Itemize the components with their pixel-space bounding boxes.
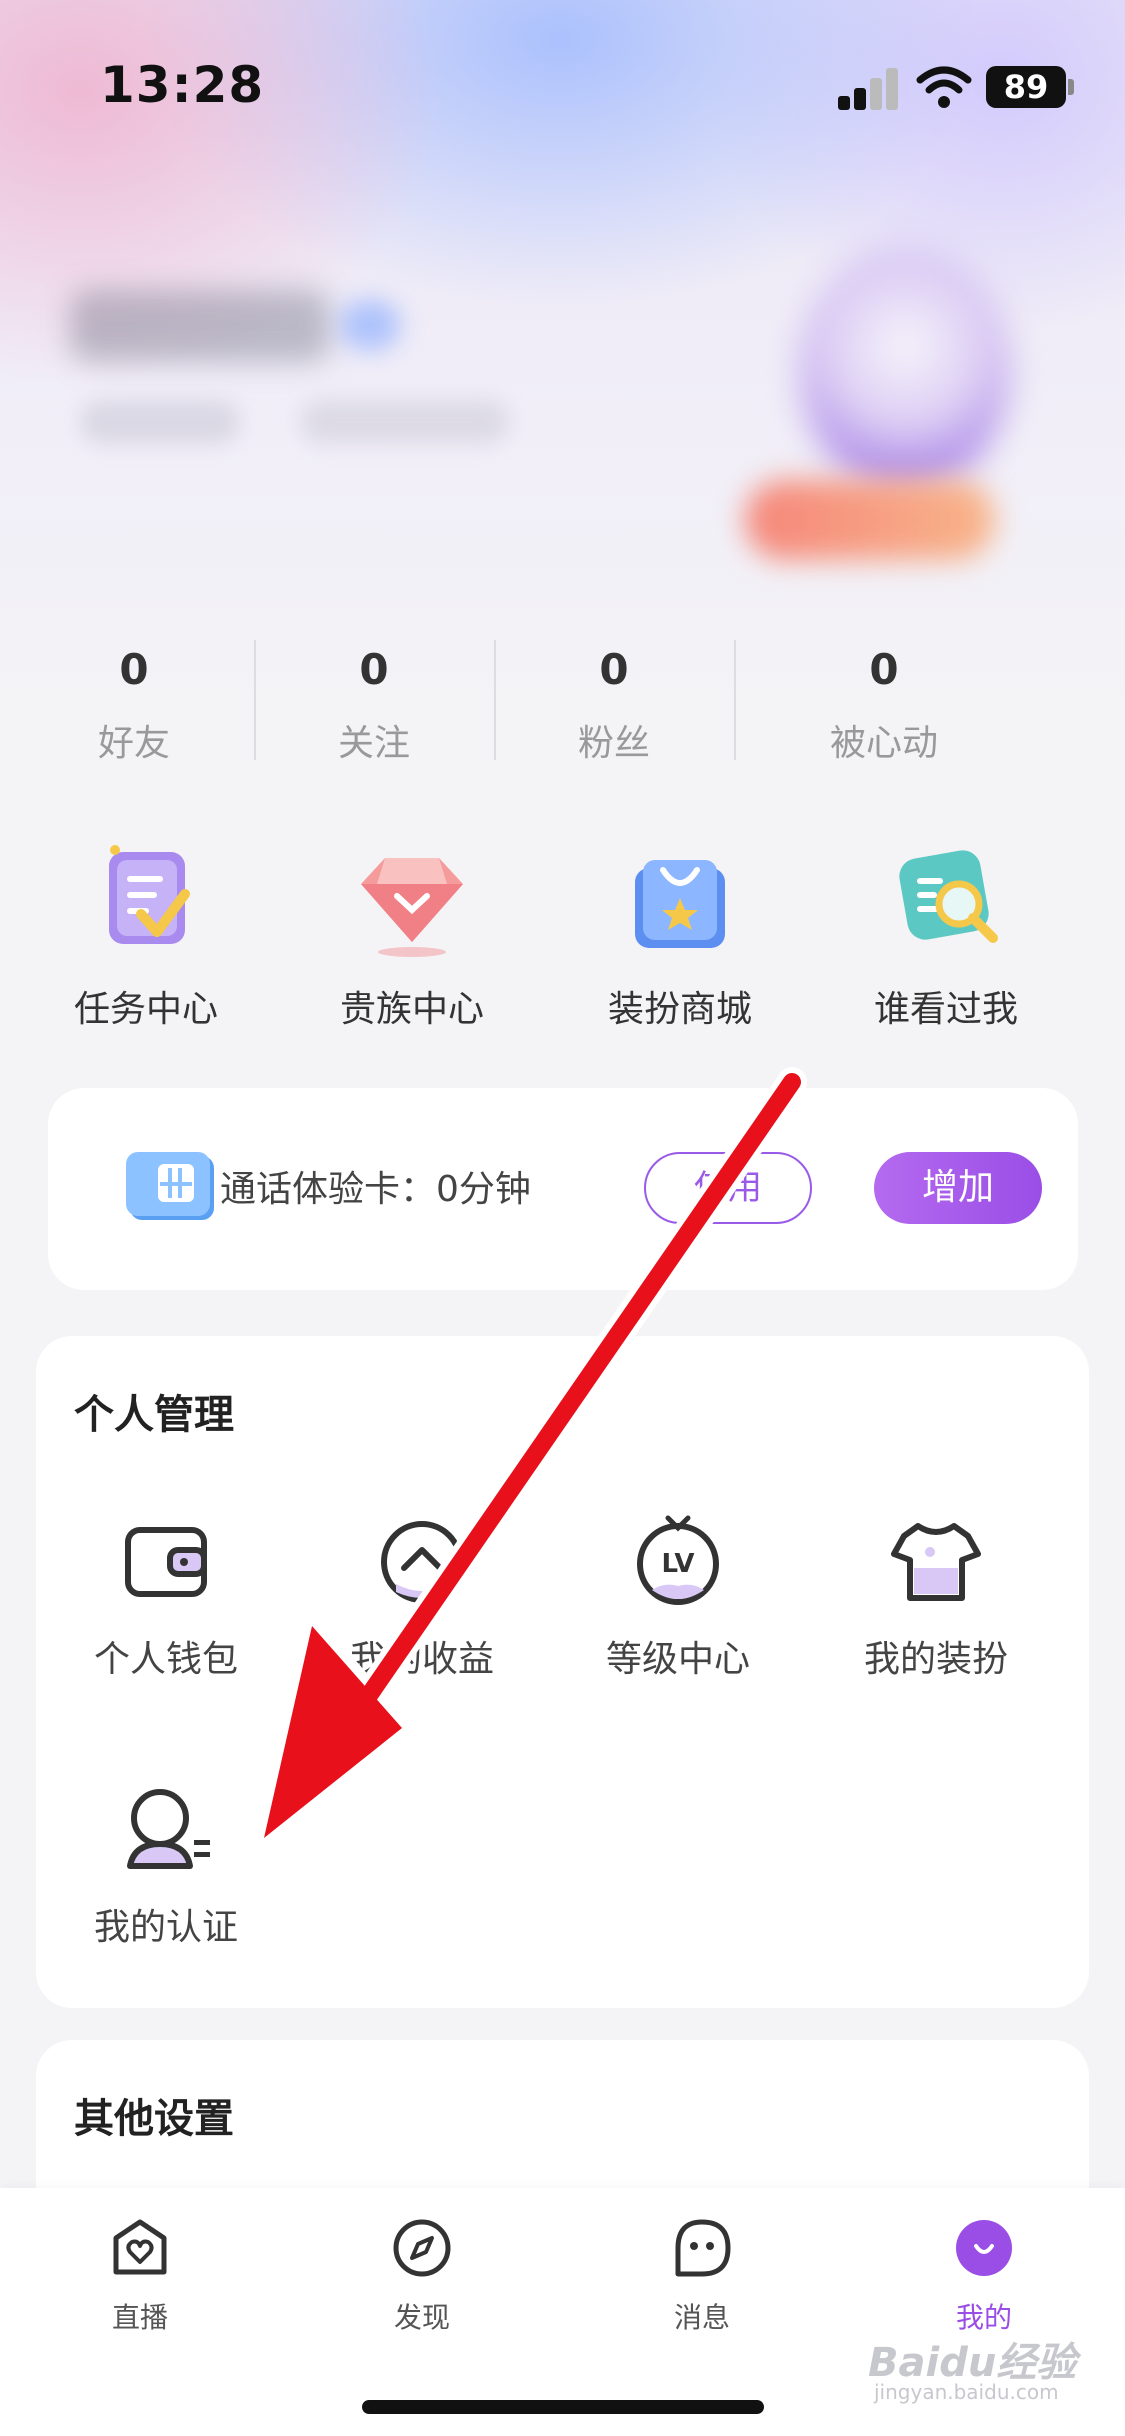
verification-entry[interactable]: 我的认证: [36, 1780, 296, 1950]
quick-entry-row: 任务中心 贵族中心 装扮商城 谁看过我: [0, 840, 1125, 1040]
stats-row: 0 好友 0 关注 0 粉丝 0 被心动: [0, 640, 1125, 770]
stat-value: 0: [359, 645, 389, 694]
earnings-entry[interactable]: 我的收益: [292, 1512, 552, 1682]
blurred-username[interactable]: [70, 290, 330, 362]
quick-entry-label: 贵族中心: [339, 989, 484, 1030]
svg-text:LV: LV: [661, 1549, 694, 1579]
verification-icon: [116, 1780, 216, 1880]
personal-management-card: 个人管理 个人钱包 我的收益 LV 等级中心 我的装扮 我的认证: [36, 1336, 1089, 2008]
pm-item-label: 我的装扮: [863, 1639, 1008, 1680]
wallet-entry[interactable]: 个人钱包: [36, 1512, 296, 1682]
baidu-watermark-domain: jingyan.baidu.com: [874, 2380, 1059, 2404]
avatar[interactable]: [800, 250, 1010, 490]
divider: [734, 640, 736, 760]
tab-me[interactable]: 我的: [884, 2216, 1084, 2336]
blurred-profile-tag: [300, 400, 510, 444]
status-time: 13:28: [100, 56, 265, 114]
stat-value: 0: [599, 645, 629, 694]
pm-item-label: 个人钱包: [93, 1639, 238, 1680]
call-experience-card: 通话体验卡：0分钟 使用 增加: [48, 1088, 1078, 1290]
tab-label: 消息: [673, 2301, 730, 2334]
wifi-icon: [916, 66, 972, 108]
live-icon: [108, 2216, 172, 2280]
quick-entry-label: 谁看过我: [873, 989, 1018, 1030]
battery-cap: [1068, 79, 1074, 95]
blurred-profile-tag: [80, 400, 240, 444]
pm-item-label: 我的收益: [349, 1639, 494, 1680]
blurred-avatar-button[interactable]: [745, 480, 995, 560]
compass-icon: [390, 2216, 454, 2280]
status-bar: 13:28 89: [0, 0, 1125, 150]
section-title: 其他设置: [74, 2096, 234, 2142]
outfit-icon: [886, 1512, 986, 1612]
blurred-badge: [340, 300, 400, 350]
stat-label: 粉丝: [577, 723, 650, 764]
add-button[interactable]: 增加: [874, 1152, 1042, 1224]
noble-center-entry[interactable]: 贵族中心: [282, 840, 542, 1032]
pm-item-label: 我的认证: [93, 1907, 238, 1948]
task-center-entry[interactable]: 任务中心: [16, 840, 276, 1032]
message-icon: [670, 2216, 734, 2280]
stat-fans[interactable]: 0 粉丝: [494, 640, 734, 766]
quick-entry-label: 装扮商城: [607, 989, 752, 1030]
stat-label: 关注: [337, 723, 410, 764]
who-viewed-me-entry[interactable]: 谁看过我: [816, 840, 1076, 1032]
level-center-entry[interactable]: LV 等级中心: [548, 1512, 808, 1682]
level-icon: LV: [628, 1512, 728, 1612]
stat-label: 好友: [97, 723, 170, 764]
wallet-icon: [116, 1512, 216, 1612]
tab-live[interactable]: 直播: [40, 2216, 240, 2336]
stat-following[interactable]: 0 关注: [254, 640, 494, 766]
shopping-bag-icon: [615, 840, 745, 960]
battery-indicator: 89: [986, 66, 1066, 108]
stat-value: 0: [119, 645, 149, 694]
magnifier-icon: [881, 840, 1011, 960]
stat-value: 0: [869, 645, 899, 694]
tab-discover[interactable]: 发现: [322, 2216, 522, 2336]
pm-item-label: 等级中心: [605, 1639, 750, 1680]
outfit-mall-entry[interactable]: 装扮商城: [550, 840, 810, 1032]
home-indicator[interactable]: [362, 2400, 764, 2414]
section-title: 个人管理: [74, 1392, 234, 1438]
task-icon: [81, 840, 211, 960]
me-icon: [952, 2216, 1016, 2280]
stat-friends[interactable]: 0 好友: [14, 640, 254, 766]
tab-label: 发现: [393, 2301, 450, 2334]
stat-label: 被心动: [829, 723, 938, 764]
my-outfit-entry[interactable]: 我的装扮: [806, 1512, 1066, 1682]
stat-liked-by[interactable]: 0 被心动: [764, 640, 1004, 766]
tab-label: 直播: [111, 2301, 168, 2334]
diamond-icon: [347, 840, 477, 960]
cellular-signal-icon: [838, 68, 900, 110]
earnings-icon: [372, 1512, 472, 1612]
call-card-text: 通话体验卡：0分钟: [220, 1169, 531, 1210]
use-button[interactable]: 使用: [644, 1152, 812, 1224]
tab-messages[interactable]: 消息: [602, 2216, 802, 2336]
quick-entry-label: 任务中心: [73, 989, 218, 1030]
